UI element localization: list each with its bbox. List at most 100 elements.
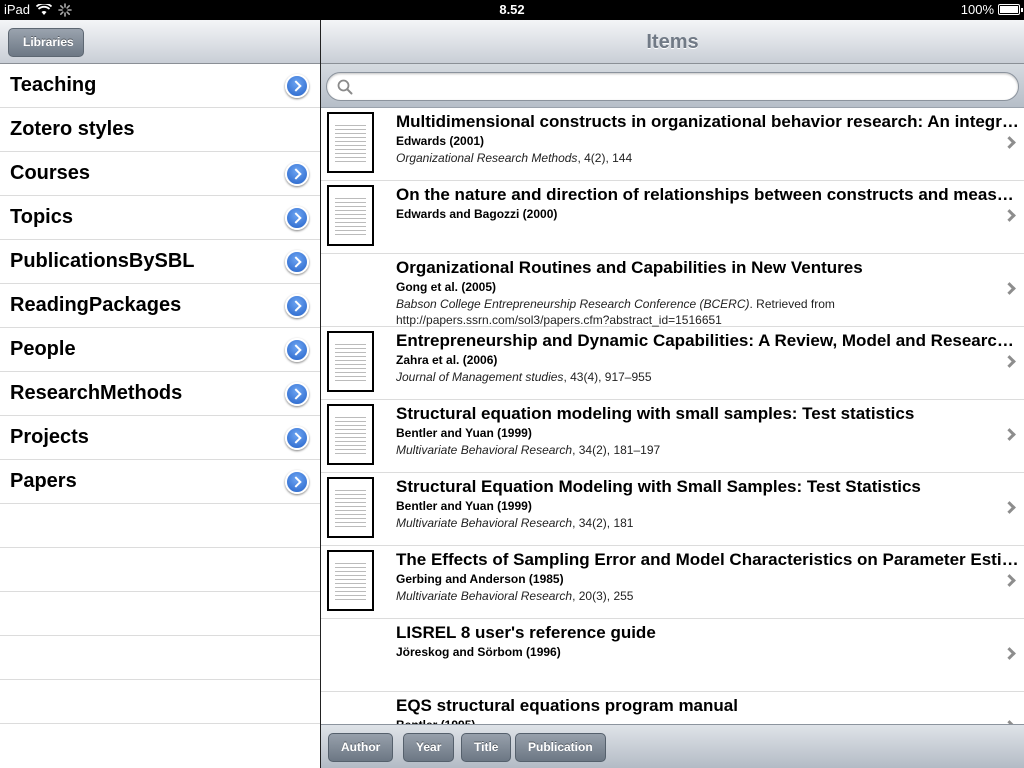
publication-name: Multivariate Behavioral Research: [396, 516, 573, 530]
chevron-right-icon: [1003, 282, 1016, 295]
chevron-right-icon: [1003, 647, 1016, 660]
item-publication: Organizational Research Methods, 4(2), 1…: [396, 150, 994, 166]
library-row[interactable]: People: [0, 328, 320, 372]
item-authors: Bentler and Yuan (1999): [396, 499, 532, 513]
library-row-label: Zotero styles: [10, 118, 135, 140]
detail-disclosure-icon[interactable]: [285, 250, 309, 274]
empty-row: [0, 548, 320, 592]
library-row-label: Courses: [10, 162, 91, 184]
library-row[interactable]: ResearchMethods: [0, 372, 320, 416]
page-title: Items: [646, 31, 699, 53]
left-navbar: Libraries: [0, 20, 320, 64]
document-thumbnail: [327, 331, 374, 392]
chevron-right-icon: [1003, 136, 1016, 149]
search-input[interactable]: [326, 72, 1019, 101]
publication-name: Organizational Research Methods: [396, 151, 578, 165]
publication-details: , 4(2), 144: [577, 151, 633, 165]
library-row[interactable]: Zotero styles: [0, 108, 320, 152]
library-row[interactable]: Teaching: [0, 64, 320, 108]
library-row-label: PublicationsBySBL: [10, 250, 195, 272]
item-title: The Effects of Sampling Error and Model …: [396, 550, 1019, 569]
item-row[interactable]: Entrepreneurship and Dynamic Capabilitie…: [321, 327, 1024, 400]
search-bar: [321, 64, 1024, 108]
library-row[interactable]: ReadingPackages: [0, 284, 320, 328]
document-thumbnail: [327, 404, 374, 465]
sort-title-button[interactable]: Title: [461, 733, 512, 762]
item-publication: Multivariate Behavioral Research, 34(2),…: [396, 515, 994, 531]
item-title: Entrepreneurship and Dynamic Capabilitie…: [396, 331, 1019, 350]
publication-name: Babson College Entrepreneurship Research…: [396, 297, 750, 311]
empty-row: [0, 680, 320, 724]
items-list: Multidimensional constructs in organizat…: [321, 108, 1024, 724]
item-authors: Gerbing and Anderson (1985): [396, 572, 564, 586]
publication-details: , 34(2), 181: [572, 516, 634, 530]
item-title: Organizational Routines and Capabilities…: [396, 258, 863, 277]
item-title: Structural Equation Modeling with Small …: [396, 477, 921, 496]
item-title: Structural equation modeling with small …: [396, 404, 915, 423]
publication-details: , 34(2), 181–197: [572, 443, 661, 457]
item-title: On the nature and direction of relations…: [396, 185, 1019, 204]
empty-row: [0, 504, 320, 548]
detail-disclosure-icon[interactable]: [285, 294, 309, 318]
item-publication: Journal of Management studies, 43(4), 91…: [396, 369, 994, 385]
library-row-label: People: [10, 338, 76, 360]
publication-details: , 43(4), 917–955: [563, 370, 652, 384]
library-row-label: ReadingPackages: [10, 294, 182, 316]
document-thumbnail: [327, 185, 374, 246]
item-publication: Multivariate Behavioral Research, 34(2),…: [396, 442, 994, 458]
detail-disclosure-icon[interactable]: [285, 206, 309, 230]
sort-publication-button[interactable]: Publication: [515, 733, 606, 762]
item-row[interactable]: EQS structural equations program manualB…: [321, 692, 1024, 724]
item-authors: Jöreskog and Sörbom (1996): [396, 645, 561, 659]
items-pane: Items Multidimensional constructs in org…: [321, 20, 1024, 768]
battery-fill: [1000, 6, 1018, 13]
status-bar: iPad 8.52 100%: [0, 0, 1024, 20]
detail-disclosure-icon[interactable]: [285, 338, 309, 362]
item-title: LISREL 8 user's reference guide: [396, 623, 656, 642]
item-row[interactable]: The Effects of Sampling Error and Model …: [321, 546, 1024, 619]
library-row-label: Teaching: [10, 74, 97, 96]
detail-disclosure-icon[interactable]: [285, 74, 309, 98]
publication-name: Multivariate Behavioral Research: [396, 589, 573, 603]
document-thumbnail: [327, 112, 374, 173]
sort-year-button[interactable]: Year: [403, 733, 455, 762]
search-icon: [337, 79, 353, 95]
item-row[interactable]: On the nature and direction of relations…: [321, 181, 1024, 254]
detail-disclosure-icon[interactable]: [285, 426, 309, 450]
detail-disclosure-icon[interactable]: [285, 470, 309, 494]
item-authors: Zahra et al. (2006): [396, 353, 498, 367]
libraries-pane: Libraries Teaching Zotero styles Courses To…: [0, 20, 320, 768]
item-row[interactable]: Structural equation modeling with small …: [321, 400, 1024, 473]
item-row[interactable]: LISREL 8 user's reference guide Jöreskog …: [321, 619, 1024, 692]
library-row-label: Projects: [10, 426, 89, 448]
collection-list: Teaching Zotero styles Courses Topics Public…: [0, 64, 320, 724]
library-row[interactable]: Projects: [0, 416, 320, 460]
chevron-right-icon: [1003, 574, 1016, 587]
item-authors: Bentler and Yuan (1999): [396, 426, 532, 440]
item-publication: Babson College Entrepreneurship Research…: [396, 296, 994, 328]
item-authors: Edwards (2001): [396, 134, 485, 148]
library-row[interactable]: Papers: [0, 460, 320, 504]
battery-icon: [998, 4, 1023, 15]
right-navbar: Items: [321, 20, 1024, 64]
item-title: EQS structural equations program manual: [396, 696, 738, 715]
libraries-back-button[interactable]: Libraries: [8, 28, 84, 57]
item-row[interactable]: Multidimensional constructs in organizat…: [321, 108, 1024, 181]
empty-row: [0, 636, 320, 680]
sort-toolbar: Author Year Title Publication: [321, 724, 1024, 768]
library-row[interactable]: PublicationsBySBL: [0, 240, 320, 284]
empty-row: [0, 592, 320, 636]
detail-disclosure-icon[interactable]: [285, 162, 309, 186]
library-row[interactable]: Courses: [0, 152, 320, 196]
library-row[interactable]: Topics: [0, 196, 320, 240]
back-button-label: Libraries: [23, 35, 74, 49]
item-row[interactable]: Structural Equation Modeling with Small …: [321, 473, 1024, 546]
chevron-right-icon: [1003, 209, 1016, 222]
item-publication: Multivariate Behavioral Research, 20(3),…: [396, 588, 994, 604]
detail-disclosure-icon[interactable]: [285, 382, 309, 406]
document-thumbnail: [327, 477, 374, 538]
clock: 8.52: [499, 2, 525, 17]
publication-name: Multivariate Behavioral Research: [396, 443, 573, 457]
sort-author-button[interactable]: Author: [328, 733, 394, 762]
item-row[interactable]: Organizational Routines and Capabilities…: [321, 254, 1024, 327]
